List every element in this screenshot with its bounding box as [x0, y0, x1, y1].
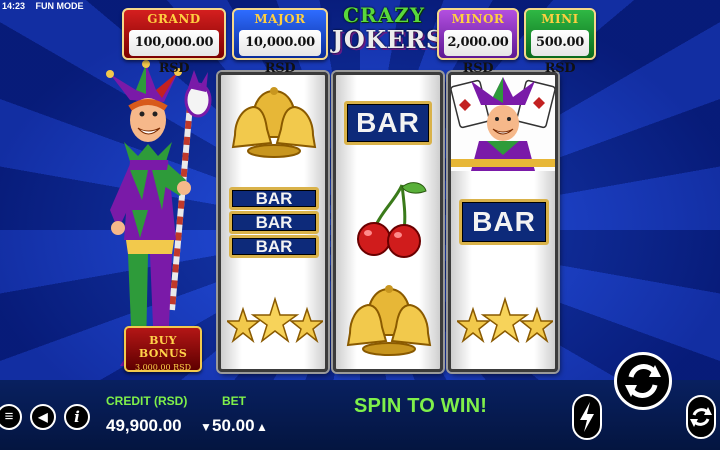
autoplay-icon — [690, 407, 712, 427]
bet-increase-icon[interactable]: ▲ — [256, 420, 268, 434]
buy-bonus-price: 3,000.00 RSD — [134, 363, 192, 372]
bet-value: 50.00 — [212, 416, 255, 435]
jackpot-grand-label: GRAND — [147, 12, 201, 26]
stars-symbol — [457, 296, 553, 344]
bells-symbol — [346, 285, 432, 356]
bar-symbol: BAR — [229, 235, 319, 258]
logo-line-1: CRAZY — [343, 3, 425, 27]
jackpot-minor: MINOR 2,000.00 RSD — [437, 8, 519, 76]
jackpot-major-value: 10,000.00 RSD — [239, 30, 321, 76]
bet-label: BET — [222, 394, 246, 408]
bet-decrease-icon[interactable]: ▼ — [200, 420, 212, 434]
turbo-button[interactable] — [572, 394, 602, 440]
mode-label: FUN MODE — [35, 1, 84, 11]
clock: 14:23 — [2, 1, 26, 11]
jackpot-grand: GRAND 100,000.00 RSD — [122, 8, 226, 76]
turbo-icon — [580, 402, 594, 432]
jackpot-mini: MINI 500.00 RSD — [524, 8, 596, 76]
reel-1: BAR BAR BAR — [218, 72, 328, 372]
logo-line-2: JOKERS — [332, 25, 444, 54]
cherries-symbol — [357, 182, 427, 258]
spin-icon — [625, 364, 661, 398]
jackpot-grand-value: 100,000.00 RSD — [129, 30, 219, 76]
buy-bonus-button[interactable]: BUY BONUS 3,000.00 RSD — [124, 326, 202, 372]
spin-button[interactable] — [614, 352, 672, 410]
jackpot-mini-label: MINI — [541, 12, 579, 26]
game-logo: CRAZY JOKERS — [332, 3, 444, 64]
spin-message: SPIN TO WIN! — [354, 395, 488, 417]
game-stage: 14:23 FUN MODE GRAND 100,000.00 RSD MAJO… — [0, 0, 720, 450]
credit-label: CREDIT (RSD) — [106, 394, 188, 408]
stars-symbol — [227, 296, 323, 344]
sound-icon[interactable]: ◀ — [30, 404, 56, 430]
reel-3: BAR — [448, 72, 558, 372]
bar-symbol: BAR — [229, 187, 319, 210]
reel-2: BAR — [333, 72, 443, 372]
info-icon[interactable]: i — [64, 404, 90, 430]
jackpot-minor-label: MINOR — [451, 12, 505, 26]
autoplay-button[interactable] — [686, 395, 716, 439]
buy-bonus-label: BUY BONUS — [138, 334, 188, 360]
jackpot-major: MAJOR 10,000.00 RSD — [232, 8, 328, 76]
credit-value: 49,900.00 — [106, 416, 182, 435]
bar-symbol: BAR — [344, 101, 432, 145]
joker-symbol — [451, 75, 555, 171]
bar-symbol: BAR — [229, 211, 319, 234]
bottom-control-bar: ≡ ◀ i CREDIT (RSD) 49,900.00 BET ▼ 50.00… — [0, 380, 720, 450]
menu-icon[interactable]: ≡ — [0, 404, 22, 430]
jackpot-minor-value: 2,000.00 RSD — [444, 30, 512, 76]
bells-symbol — [231, 87, 317, 158]
jackpot-mini-value: 500.00 RSD — [531, 30, 589, 76]
bar-symbol: BAR — [459, 199, 549, 245]
status-bar: 14:23 FUN MODE — [2, 1, 92, 11]
jackpot-major-label: MAJOR — [254, 12, 306, 26]
